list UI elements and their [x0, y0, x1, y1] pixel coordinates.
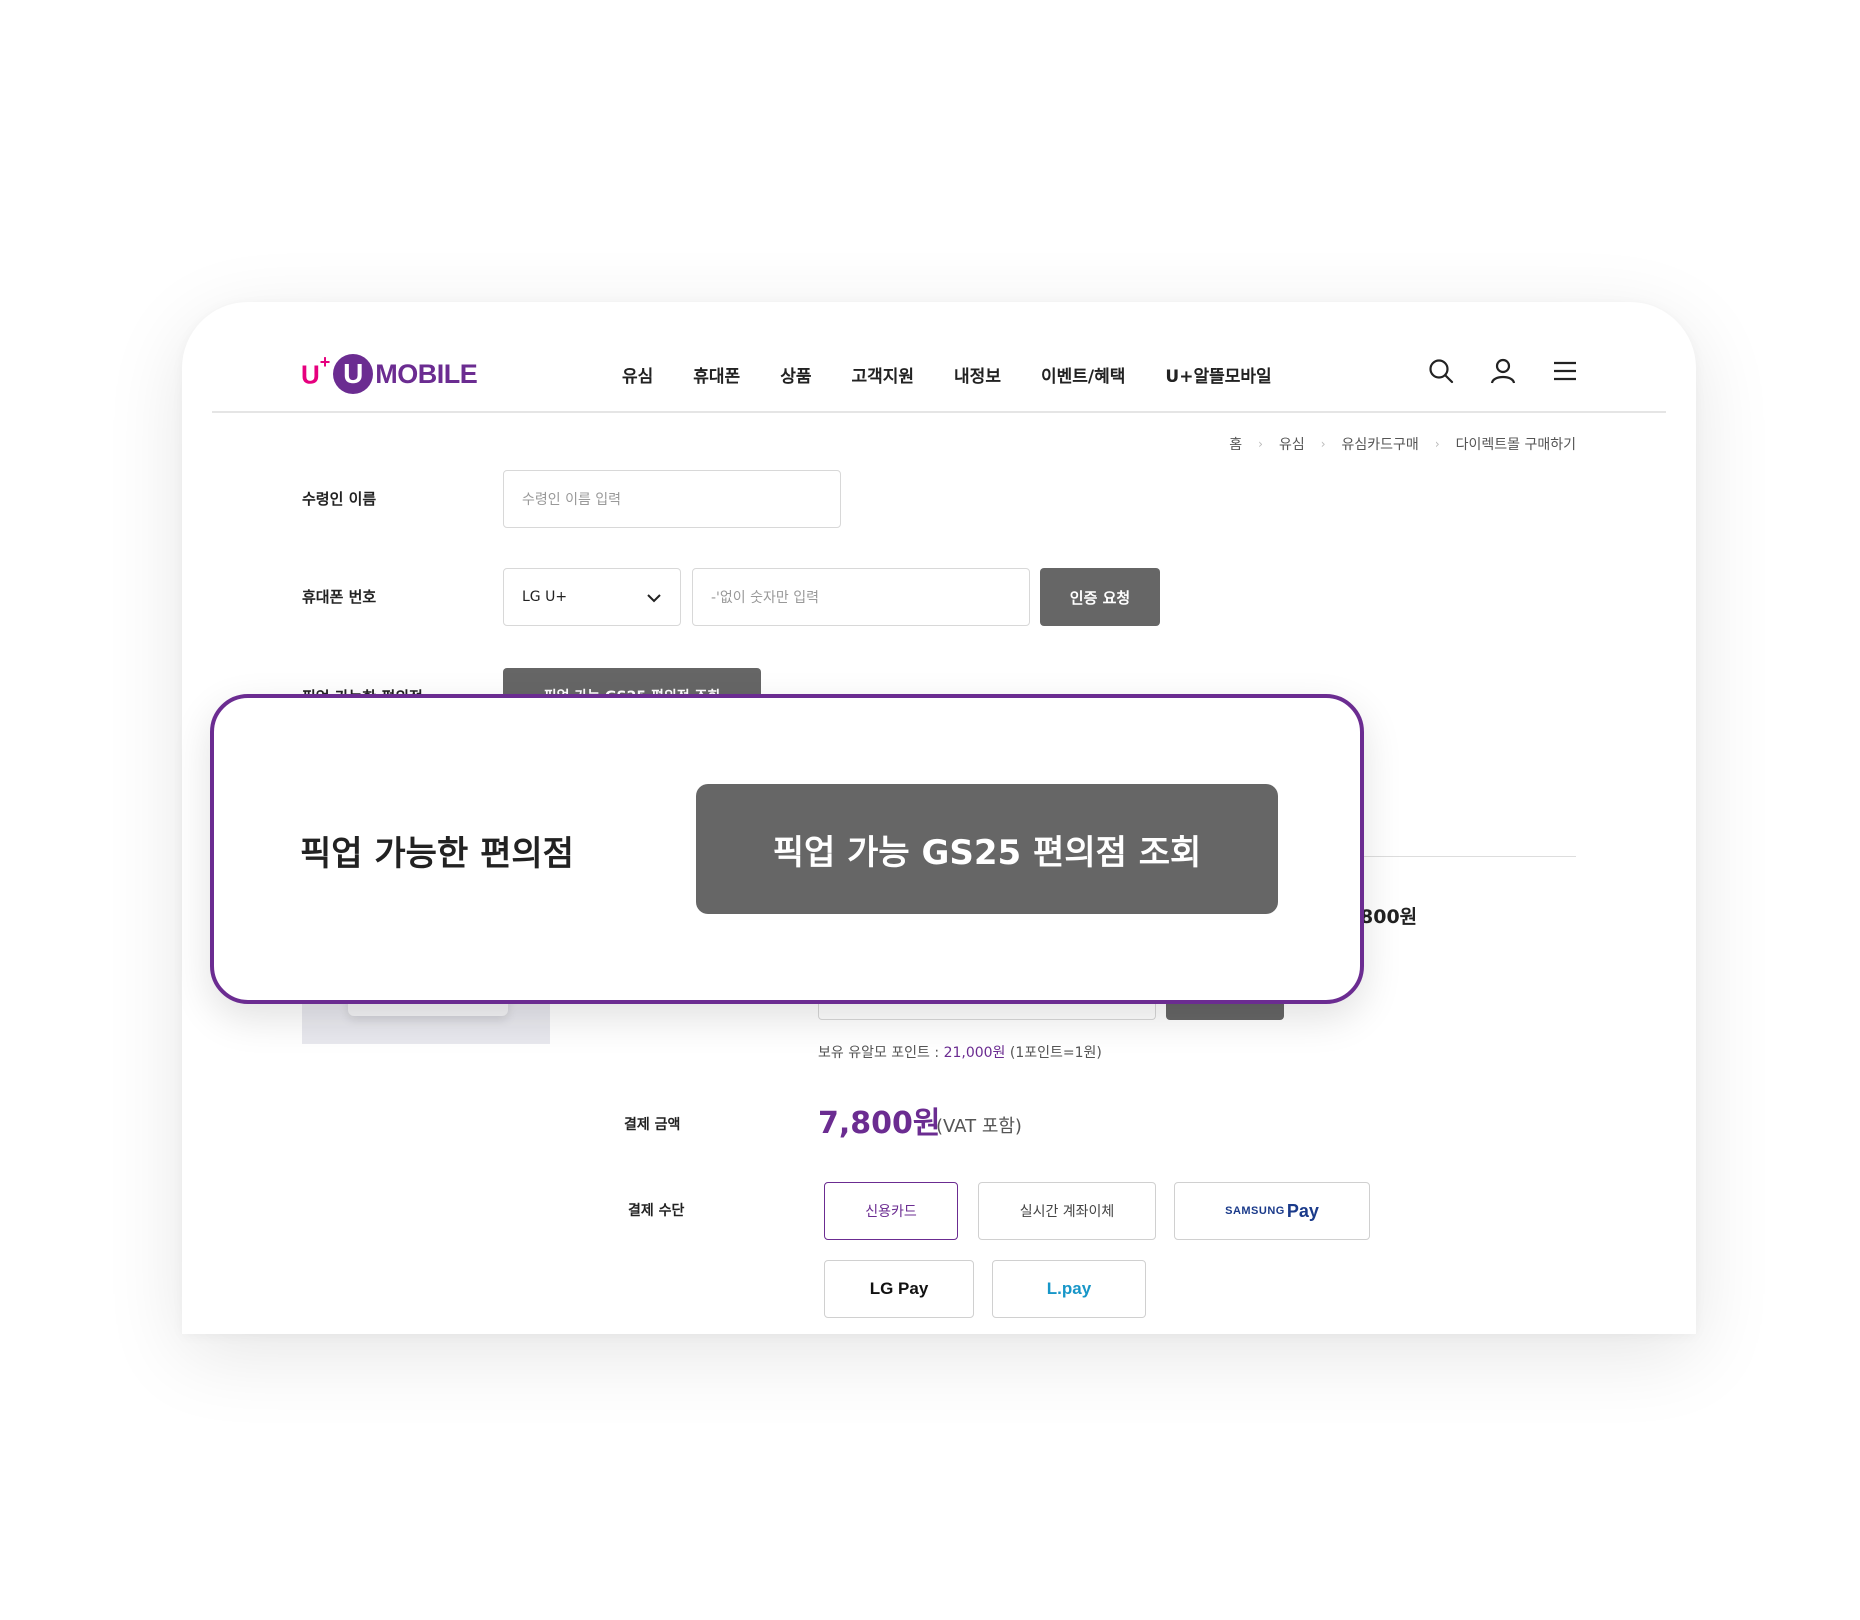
pay-method-samsung-pay[interactable]: SAMSUNG Pay [1174, 1182, 1370, 1240]
recipient-name-input[interactable]: 수령인 이름 입력 [503, 470, 841, 528]
logo-word: MOBILE [375, 358, 478, 389]
header-divider [212, 411, 1666, 413]
search-icon[interactable] [1428, 358, 1454, 384]
nav-item-events[interactable]: 이벤트/혜택 [1041, 362, 1125, 387]
phone-label: 휴대폰 번호 [302, 588, 377, 606]
point-balance-value: 21,000원 [943, 1045, 1006, 1061]
chevron-right-icon: › [1258, 437, 1263, 451]
nav-item-products[interactable]: 상품 [780, 362, 811, 387]
chevron-right-icon: › [1320, 437, 1326, 451]
nav-item-usim[interactable]: 유심 [622, 362, 653, 387]
point-balance-note: 보유 유알모 포인트 : 21,000원 (1포인트=1원) [818, 1045, 1102, 1061]
user-icon[interactable] [1490, 358, 1516, 384]
phone-number-input[interactable]: -'없이 숫자만 입력 [692, 568, 1030, 626]
carrier-value: LG U+ [522, 589, 568, 605]
payment-amount: 7,800원 [818, 1106, 941, 1141]
recipient-label: 수령인 이름 [302, 490, 377, 508]
chevron-right-icon: › [1434, 437, 1440, 451]
payment-amount-label: 결제 금액 [624, 1117, 681, 1133]
nav-item-umobile[interactable]: U+알뜰모바일 [1165, 362, 1271, 387]
carrier-select[interactable]: LG U+ [503, 568, 681, 626]
pickup-store-search-button[interactable]: 픽업 가능 GS25 편의점 조회 [696, 784, 1278, 914]
logo-uplus: U+ [301, 351, 331, 390]
nav-item-myinfo[interactable]: 내정보 [954, 362, 1001, 387]
pay-method-l-pay[interactable]: L.pay [992, 1260, 1146, 1318]
zoom-callout: 픽업 가능한 편의점 픽업 가능 GS25 편의점 조회 [210, 694, 1364, 1004]
breadcrumb: 홈 › 유심 › 유심카드구매 › 다이렉트몰 구매하기 [1229, 434, 1576, 454]
samsung-pay-logo-big: Pay [1286, 1200, 1319, 1221]
breadcrumb-usim[interactable]: 유심 [1279, 434, 1305, 454]
site-logo[interactable]: U+ U MOBILE [301, 351, 478, 396]
product-price-partial: 800원 [1360, 906, 1418, 928]
pay-method-credit-card[interactable]: 신용카드 [824, 1182, 958, 1240]
header-icons [1428, 358, 1578, 384]
pickup-store-label: 픽업 가능한 편의점 [300, 834, 574, 874]
main-nav: 유심 휴대폰 상품 고객지원 내정보 이벤트/혜택 U+알뜰모바일 [622, 362, 1312, 387]
breadcrumb-current: 다이렉트몰 구매하기 [1455, 437, 1576, 453]
nav-item-phone[interactable]: 휴대폰 [693, 362, 740, 387]
nav-item-support[interactable]: 고객지원 [851, 362, 914, 387]
breadcrumb-usim-card[interactable]: 유심카드구매 [1342, 434, 1419, 454]
breadcrumb-home[interactable]: 홈 [1229, 434, 1242, 454]
menu-icon[interactable] [1552, 358, 1578, 384]
payment-method-label: 결제 수단 [628, 1203, 685, 1219]
logo-circle: U [333, 354, 374, 394]
vat-note: (VAT 포함) [936, 1116, 1022, 1137]
samsung-pay-logo-small: SAMSUNG [1225, 1205, 1285, 1217]
pay-method-bank-transfer[interactable]: 실시간 계좌이체 [978, 1182, 1156, 1240]
pay-method-lg-pay[interactable]: LG Pay [824, 1260, 974, 1318]
verify-request-button[interactable]: 인증 요청 [1040, 568, 1160, 626]
chevron-down-icon [647, 594, 661, 603]
